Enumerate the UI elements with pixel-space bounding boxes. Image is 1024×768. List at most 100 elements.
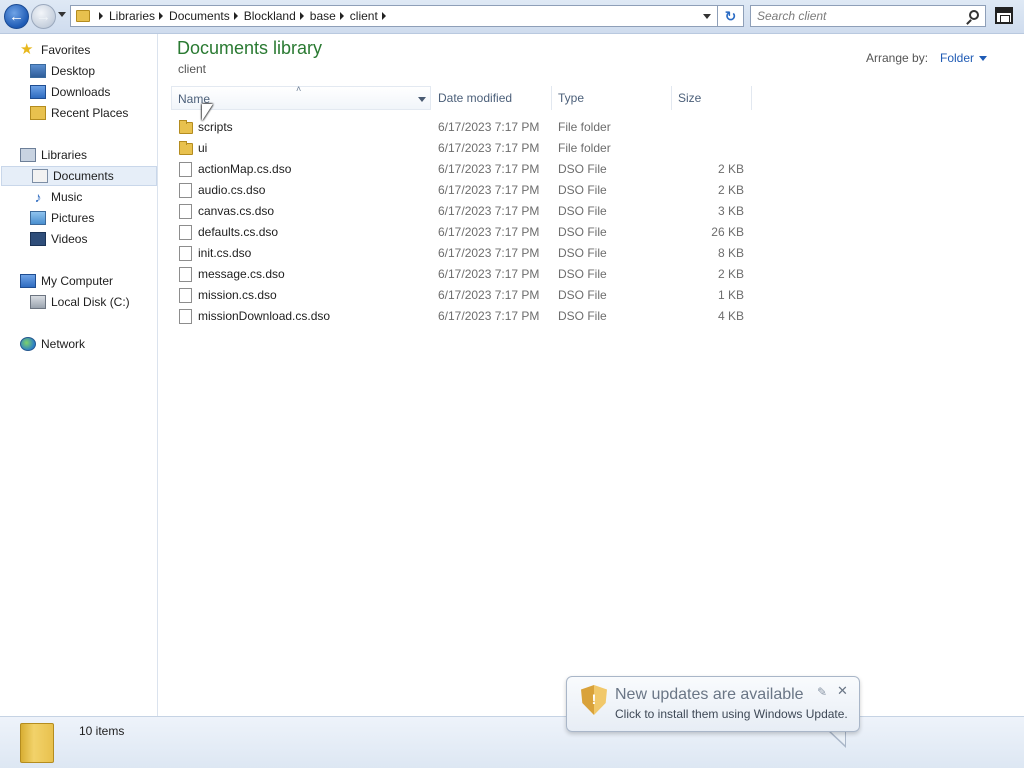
breadcrumb-label[interactable]: client [350, 9, 378, 23]
star-icon: ★ [20, 41, 34, 58]
file-icon [179, 288, 192, 303]
balloon-tail-inner [829, 730, 845, 745]
file-date: 6/17/2023 7:17 PM [438, 183, 540, 197]
table-row[interactable]: actionMap.cs.dso 6/17/2023 7:17 PM DSO F… [159, 159, 859, 180]
file-type: DSO File [558, 267, 607, 281]
refresh-button[interactable]: ↻ [718, 5, 744, 27]
breadcrumb-item[interactable]: Documents [155, 6, 230, 26]
table-row[interactable]: mission.cs.dso 6/17/2023 7:17 PM DSO Fil… [159, 285, 859, 306]
folder-icon [76, 10, 90, 22]
breadcrumb-item[interactable] [378, 6, 392, 26]
sidebar-item-label: Music [51, 190, 83, 204]
file-date: 6/17/2023 7:17 PM [438, 309, 540, 323]
file-type: File folder [558, 120, 611, 134]
sidebar-item-pictures[interactable]: Pictures [0, 208, 157, 228]
mouse-cursor-icon [202, 104, 213, 121]
sidebar-item-my-computer[interactable]: My Computer [0, 271, 157, 291]
chevron-down-icon[interactable] [979, 56, 987, 61]
table-row[interactable]: scripts 6/17/2023 7:17 PM File folder [159, 117, 859, 138]
table-row[interactable]: ui 6/17/2023 7:17 PM File folder [159, 138, 859, 159]
documents-icon [32, 169, 48, 183]
sidebar-item-videos[interactable]: Videos [0, 229, 157, 249]
search-icon[interactable] [969, 10, 979, 20]
sidebar-item-music[interactable]: ♪ Music [0, 187, 157, 207]
file-name: audio.cs.dso [198, 183, 266, 197]
file-date: 6/17/2023 7:17 PM [438, 162, 540, 176]
file-size: 8 KB [717, 246, 744, 260]
desktop-icon [30, 64, 46, 78]
table-row[interactable]: missionDownload.cs.dso 6/17/2023 7:17 PM… [159, 306, 859, 327]
libraries-icon [20, 148, 36, 162]
breadcrumb-label[interactable]: Blockland [244, 9, 296, 23]
sidebar-item-desktop[interactable]: Desktop [0, 61, 157, 81]
update-notification[interactable]: ! New updates are available Click to ins… [566, 676, 860, 732]
file-type: DSO File [558, 246, 607, 260]
sidebar-item-libraries[interactable]: Libraries [0, 145, 157, 165]
file-icon [179, 246, 192, 261]
breadcrumb-item[interactable]: client [336, 6, 378, 26]
forward-button[interactable]: → [31, 4, 56, 29]
search-box[interactable] [750, 5, 986, 27]
file-type: DSO File [558, 204, 607, 218]
recent-pages-dropdown-icon[interactable] [58, 12, 66, 17]
sidebar-item-label: Downloads [51, 85, 111, 99]
chevron-right-icon[interactable] [339, 12, 344, 20]
breadcrumb-item[interactable]: base [296, 6, 336, 26]
column-header-size[interactable]: Size [672, 86, 752, 110]
sidebar-item-label: Recent Places [51, 106, 129, 120]
breadcrumb-label[interactable]: base [310, 9, 336, 23]
breadcrumb-item[interactable]: Blockland [230, 6, 296, 26]
sidebar-item-favorites[interactable]: ★ Favorites [0, 40, 157, 60]
column-filter-dropdown-icon[interactable] [418, 97, 426, 102]
file-date: 6/17/2023 7:17 PM [438, 288, 540, 302]
file-type: File folder [558, 141, 611, 155]
column-header-date-modified[interactable]: Date modified [432, 86, 552, 110]
column-header-label: Size [678, 91, 702, 105]
preview-pane-toggle-icon[interactable] [995, 7, 1013, 24]
navigation-bar: ← → Libraries Documents Blockland base c… [0, 0, 1024, 34]
chevron-right-icon[interactable] [233, 12, 238, 20]
close-icon[interactable]: ✕ [837, 683, 848, 699]
breadcrumb-label[interactable]: Libraries [109, 9, 155, 23]
item-count: 10 items [79, 724, 125, 738]
table-row[interactable]: message.cs.dso 6/17/2023 7:17 PM DSO Fil… [159, 264, 859, 285]
downloads-icon [30, 85, 46, 99]
sidebar-item-label: Network [41, 337, 86, 351]
folder-icon [179, 120, 193, 134]
address-bar[interactable]: Libraries Documents Blockland base clien… [70, 5, 718, 27]
sidebar-item-local-disk[interactable]: Local Disk (C:) [0, 292, 157, 312]
sidebar-item-documents[interactable]: Documents [1, 166, 157, 186]
folder-icon [20, 723, 54, 763]
status-bar: 10 items [0, 716, 1024, 768]
file-size: 2 KB [717, 183, 744, 197]
address-dropdown-icon[interactable] [703, 14, 711, 19]
column-header-type[interactable]: Type [552, 86, 672, 110]
file-date: 6/17/2023 7:17 PM [438, 246, 540, 260]
search-input[interactable] [751, 6, 961, 26]
file-size: 2 KB [717, 267, 744, 281]
forward-arrow-icon: → [36, 8, 51, 25]
chevron-right-icon[interactable] [159, 12, 164, 20]
arrange-by-dropdown[interactable]: Folder [940, 51, 974, 65]
back-arrow-icon: ← [9, 8, 24, 25]
sort-ascending-icon: ˄ [296, 84, 302, 94]
back-button[interactable]: ← [4, 4, 29, 29]
sidebar-item-downloads[interactable]: Downloads [0, 82, 157, 102]
breadcrumb-item[interactable]: Libraries [95, 6, 155, 26]
table-row[interactable]: init.cs.dso 6/17/2023 7:17 PM DSO File 8… [159, 243, 859, 264]
file-icon [179, 162, 192, 177]
breadcrumb: Libraries Documents Blockland base clien… [95, 6, 392, 26]
chevron-right-icon[interactable] [381, 12, 386, 20]
chevron-right-icon[interactable] [99, 12, 103, 20]
table-row[interactable]: canvas.cs.dso 6/17/2023 7:17 PM DSO File… [159, 201, 859, 222]
file-name: init.cs.dso [198, 246, 252, 260]
file-size: 26 KB [711, 225, 744, 239]
table-row[interactable]: defaults.cs.dso 6/17/2023 7:17 PM DSO Fi… [159, 222, 859, 243]
pin-icon[interactable]: ✎ [817, 685, 827, 699]
sidebar-item-label: Pictures [51, 211, 95, 225]
breadcrumb-label[interactable]: Documents [169, 9, 230, 23]
chevron-right-icon[interactable] [299, 12, 304, 20]
sidebar-item-network[interactable]: Network [0, 334, 157, 354]
table-row[interactable]: audio.cs.dso 6/17/2023 7:17 PM DSO File … [159, 180, 859, 201]
sidebar-item-recent-places[interactable]: Recent Places [0, 103, 157, 123]
